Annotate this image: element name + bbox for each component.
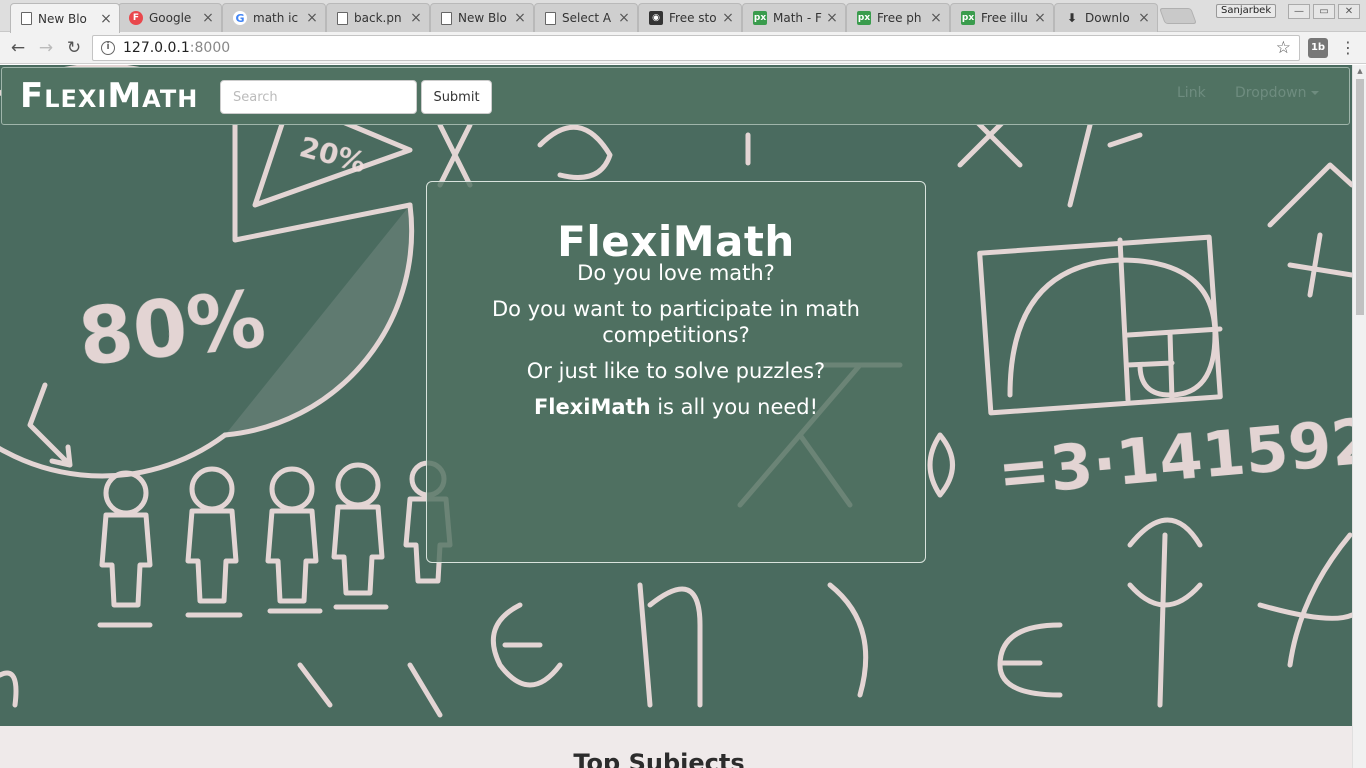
forward-icon[interactable]: → xyxy=(36,38,56,58)
tab-free-stock[interactable]: ◉ Free sto × xyxy=(638,3,742,32)
px-icon: px xyxy=(961,11,975,25)
doc-icon xyxy=(21,12,32,25)
page-viewport: 80% 20% =3·1415926 FlexiMath Do you love… xyxy=(0,65,1352,768)
close-icon[interactable]: × xyxy=(929,10,943,26)
hero-line-4-rest: is all you need! xyxy=(650,395,819,419)
browser-tabstrip: New Blo × F Google × G math ic × back.pn… xyxy=(0,0,1366,33)
extension-icon[interactable]: 1b xyxy=(1308,38,1328,58)
tab-math-icons[interactable]: G math ic × xyxy=(222,3,326,32)
red-f-icon: F xyxy=(129,11,143,25)
close-icon[interactable]: × xyxy=(1033,10,1047,26)
caret-down-icon xyxy=(1311,91,1320,95)
hero-chalkboard: 80% 20% =3·1415926 FlexiMath Do you love… xyxy=(0,65,1352,726)
address-bar[interactable]: i 127.0.0.1:8000 ☆ xyxy=(92,35,1300,61)
url-port: :8000 xyxy=(189,40,231,56)
close-icon[interactable]: × xyxy=(305,10,319,26)
tab-title: Free illu xyxy=(981,11,1028,25)
close-icon[interactable]: × xyxy=(409,10,423,26)
url-host: 127.0.0.1 xyxy=(123,40,190,56)
chalk-pi-digits: =3·1415926 xyxy=(995,401,1352,510)
hero-line-3: Or just like to solve puzzles? xyxy=(526,359,826,383)
site-logo[interactable]: FlexiMath xyxy=(20,76,198,116)
chalk-20-percent: 20% xyxy=(296,130,369,179)
doc-icon xyxy=(337,11,348,25)
google-icon: G xyxy=(233,11,247,25)
browser-menu-icon[interactable]: ⋮ xyxy=(1340,39,1356,57)
hero-jumbotron: FlexiMath Do you love math? Do you want … xyxy=(426,181,926,563)
section-title: Top Subjects xyxy=(573,749,745,768)
hero-title: FlexiMath xyxy=(557,217,795,266)
download-icon: ⬇ xyxy=(1066,11,1078,25)
tab-title: back.pn xyxy=(354,11,402,25)
doc-icon xyxy=(441,11,452,25)
px-icon: px xyxy=(753,11,767,25)
tab-title: Math - F xyxy=(773,11,822,25)
tab-title: New Blo xyxy=(38,11,87,26)
reload-icon[interactable]: ↻ xyxy=(64,38,84,58)
close-icon[interactable]: × xyxy=(1137,10,1151,26)
scroll-up-icon[interactable]: ▲ xyxy=(1353,65,1366,77)
tab-title: Select A xyxy=(562,11,612,25)
tab-free-photos[interactable]: px Free ph × xyxy=(846,3,950,32)
chalk-80-percent: 80% xyxy=(75,275,270,384)
close-icon[interactable]: × xyxy=(721,10,735,26)
tab-title: Free ph xyxy=(877,11,922,25)
tab-free-illustrations[interactable]: px Free illu × xyxy=(950,3,1054,32)
back-icon[interactable]: ← xyxy=(8,38,28,58)
site-navbar: FlexiMath Submit Link Dropdown xyxy=(1,67,1350,125)
tab-new-blog[interactable]: New Blo × xyxy=(430,3,534,32)
tab-back-png[interactable]: back.pn × xyxy=(326,3,430,32)
hero-line-4-brand: FlexiMath xyxy=(533,395,651,419)
nav-dropdown[interactable]: Dropdown xyxy=(1235,85,1320,101)
chalk-people xyxy=(97,460,453,628)
tab-title: New Blo xyxy=(458,11,507,25)
nav-link[interactable]: Link xyxy=(1177,85,1206,101)
close-icon[interactable]: × xyxy=(99,11,113,27)
tab-math-pixabay[interactable]: px Math - F × xyxy=(742,3,846,32)
close-icon[interactable]: × xyxy=(513,10,527,26)
camera-icon: ◉ xyxy=(649,11,663,25)
search-input[interactable] xyxy=(220,80,417,114)
doc-icon xyxy=(545,11,556,25)
tab-downloads[interactable]: ⬇ Downlo × xyxy=(1054,3,1158,32)
close-icon[interactable]: × xyxy=(825,10,839,26)
hero-line-2: Do you want to participate in math compe… xyxy=(492,297,860,347)
hero-line-4: FlexiMath is all you need! xyxy=(427,394,925,420)
info-icon[interactable]: i xyxy=(101,41,115,55)
close-icon[interactable]: × xyxy=(201,10,215,26)
tab-select-all[interactable]: Select A × xyxy=(534,3,638,32)
nav-dropdown-label: Dropdown xyxy=(1235,85,1307,101)
browser-toolbar: ← → ↻ i 127.0.0.1:8000 ☆ 1b ⋮ xyxy=(0,32,1366,64)
tab-google[interactable]: F Google × xyxy=(118,3,222,32)
profile-name[interactable]: Sanjarbek xyxy=(1216,4,1277,18)
new-tab-button[interactable] xyxy=(1159,8,1197,24)
hero-line-1: Do you love math? xyxy=(577,261,775,285)
page-scrollbar[interactable]: ▲ xyxy=(1352,65,1366,768)
minimize-icon[interactable]: — xyxy=(1288,4,1310,19)
px-icon: px xyxy=(857,11,871,25)
bookmark-star-icon[interactable]: ☆ xyxy=(1276,38,1291,58)
tab-title: Free sto xyxy=(669,11,717,25)
window-close-icon[interactable]: ✕ xyxy=(1338,4,1360,19)
maximize-icon[interactable]: ▭ xyxy=(1313,4,1335,19)
chalk-golden-rectangle xyxy=(977,234,1223,416)
submit-button[interactable]: Submit xyxy=(421,80,492,114)
close-icon[interactable]: × xyxy=(617,10,631,26)
tab-title: Google xyxy=(149,11,192,25)
scroll-thumb[interactable] xyxy=(1356,79,1364,315)
tab-title: Downlo xyxy=(1085,11,1130,25)
tab-new-blog-active[interactable]: New Blo × xyxy=(10,3,120,33)
tab-title: math ic xyxy=(253,11,299,25)
